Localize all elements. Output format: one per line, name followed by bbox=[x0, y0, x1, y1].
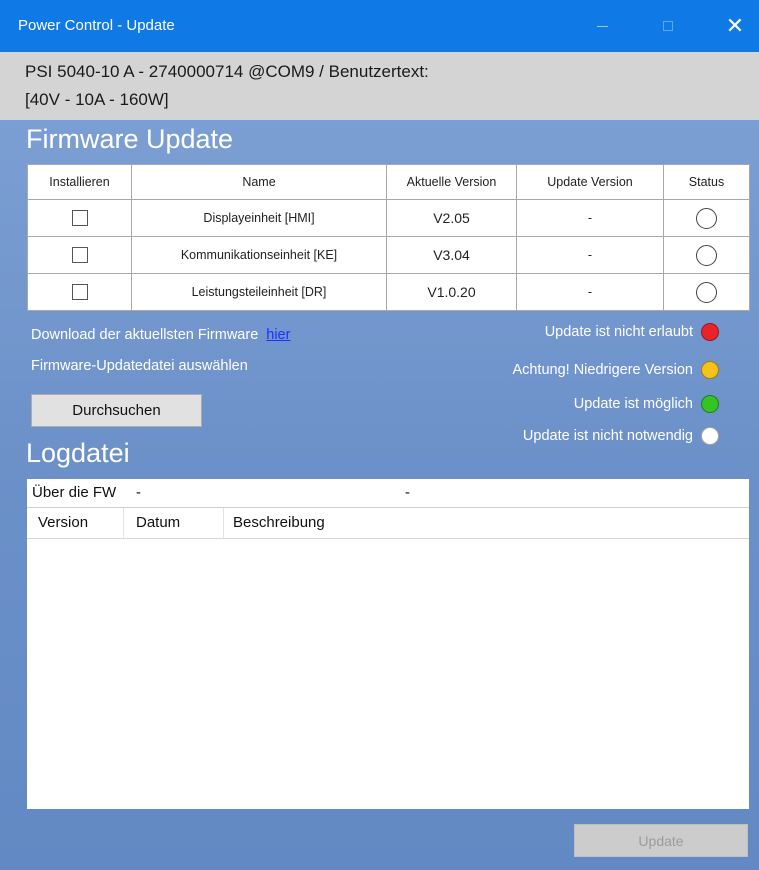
green-circle-icon bbox=[701, 395, 719, 413]
close-icon: ✕ bbox=[725, 13, 745, 39]
select-update-file-label: Firmware-Updatedatei auswählen bbox=[31, 358, 248, 374]
title-bar[interactable]: Power Control - Update ✕ bbox=[0, 0, 759, 52]
firmware-table-header: Installieren Name Aktuelle Version Updat… bbox=[27, 164, 750, 200]
legend-label: Update ist nicht erlaubt bbox=[544, 324, 693, 340]
legend-not-allowed: Update ist nicht erlaubt bbox=[545, 323, 719, 341]
update-version: - bbox=[516, 199, 664, 237]
table-row: Kommunikationseinheit [KE] V3.04 - bbox=[27, 236, 750, 274]
about-fw-label: Über die FW bbox=[32, 484, 117, 501]
yellow-circle-icon bbox=[701, 361, 719, 379]
download-link[interactable]: hier bbox=[266, 327, 290, 343]
status-indicator-icon bbox=[696, 207, 717, 229]
white-circle-icon bbox=[701, 427, 719, 445]
column-header-update-version: Update Version bbox=[516, 164, 664, 200]
unit-name: Kommunikationseinheit [KE] bbox=[131, 236, 387, 274]
status-indicator-icon bbox=[696, 281, 717, 303]
current-version: V1.0.20 bbox=[386, 273, 517, 311]
power-control-update-window: Power Control - Update ✕ PSI 5040-10 A -… bbox=[0, 0, 759, 870]
download-label: Download der aktuellsten Firmware bbox=[31, 327, 259, 343]
table-row: Displayeinheit [HMI] V2.05 - bbox=[27, 199, 750, 237]
log-file-panel[interactable]: Über die FW - - Version Datum Beschreibu… bbox=[27, 479, 749, 809]
column-header-name: Name bbox=[131, 164, 387, 200]
column-header-status: Status bbox=[663, 164, 750, 200]
firmware-table: Installieren Name Aktuelle Version Updat… bbox=[27, 164, 750, 311]
update-button[interactable]: Update bbox=[574, 824, 748, 857]
download-firmware-text: Download der aktuellsten Firmware hier bbox=[31, 327, 290, 343]
about-fw-value: - bbox=[136, 484, 141, 501]
update-version: - bbox=[516, 236, 664, 274]
status-indicator-icon bbox=[696, 244, 717, 266]
table-row: Leistungsteileinheit [DR] V1.0.20 - bbox=[27, 273, 750, 311]
about-fw-value-2: - bbox=[405, 484, 410, 501]
unit-name: Leistungsteileinheit [DR] bbox=[131, 273, 387, 311]
device-info-line1: PSI 5040-10 A - 2740000714 @COM9 / Benut… bbox=[25, 62, 429, 81]
window-title: Power Control - Update bbox=[18, 17, 175, 34]
legend-possible: Update ist möglich bbox=[574, 395, 719, 413]
minimize-button[interactable] bbox=[579, 0, 625, 52]
column-header-install: Installieren bbox=[27, 164, 132, 200]
column-divider bbox=[223, 508, 224, 538]
legend-label: Update ist nicht notwendig bbox=[522, 428, 693, 444]
legend-lower-version: Achtung! Niedrigere Version bbox=[512, 361, 719, 379]
install-checkbox-ke[interactable] bbox=[71, 247, 88, 263]
column-divider bbox=[123, 508, 124, 538]
close-button[interactable]: ✕ bbox=[712, 0, 758, 52]
current-version: V3.04 bbox=[386, 236, 517, 274]
log-table-header: Version Datum Beschreibung bbox=[27, 508, 749, 539]
log-file-heading: Logdatei bbox=[26, 438, 130, 468]
install-checkbox-dr[interactable] bbox=[71, 284, 88, 300]
install-checkbox-hmi[interactable] bbox=[71, 210, 88, 226]
minimize-icon bbox=[596, 25, 608, 27]
legend-label: Update ist möglich bbox=[573, 396, 693, 412]
device-info-bar: PSI 5040-10 A - 2740000714 @COM9 / Benut… bbox=[0, 52, 759, 120]
legend-label: Achtung! Niedrigere Version bbox=[512, 362, 693, 378]
log-about-row: Über die FW - - bbox=[27, 479, 749, 508]
maximize-button[interactable] bbox=[645, 0, 691, 52]
update-version: - bbox=[516, 273, 664, 311]
red-circle-icon bbox=[701, 323, 719, 341]
log-column-description[interactable]: Beschreibung bbox=[233, 514, 325, 544]
maximize-icon bbox=[663, 21, 673, 31]
current-version: V2.05 bbox=[386, 199, 517, 237]
device-info-line2: [40V - 10A - 160W] bbox=[25, 90, 169, 109]
log-column-version[interactable]: Version bbox=[38, 514, 88, 544]
firmware-update-heading: Firmware Update bbox=[26, 124, 234, 154]
legend-not-necessary: Update ist nicht notwendig bbox=[523, 427, 719, 445]
main-panel: Firmware Update Installieren Name Aktuel… bbox=[0, 120, 759, 870]
unit-name: Displayeinheit [HMI] bbox=[131, 199, 387, 237]
browse-button[interactable]: Durchsuchen bbox=[31, 394, 202, 427]
log-column-date[interactable]: Datum bbox=[136, 514, 180, 544]
column-header-current-version: Aktuelle Version bbox=[386, 164, 517, 200]
